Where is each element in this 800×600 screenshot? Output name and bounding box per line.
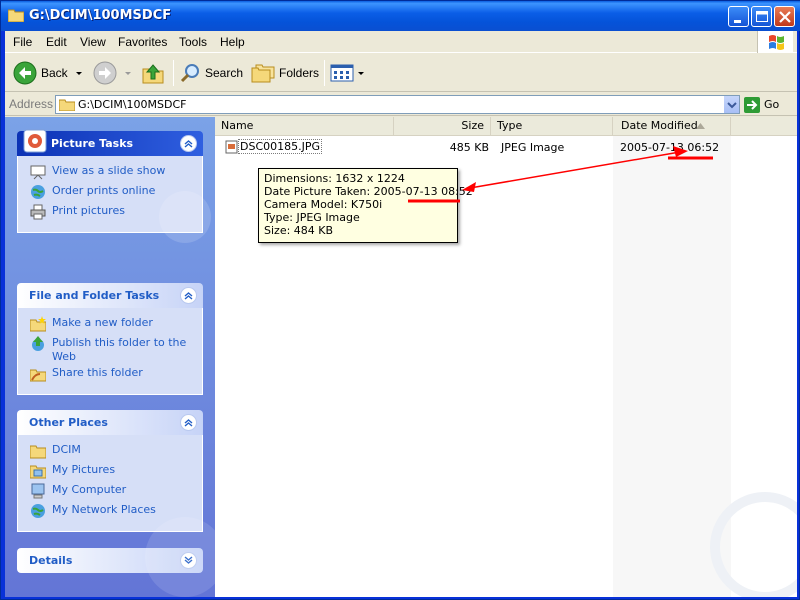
- tooltip-date-taken: Date Picture Taken: 2005-07-13 08:52: [264, 185, 473, 198]
- list-watermark: [710, 492, 797, 597]
- details-title: Details: [29, 554, 73, 567]
- search-icon: [180, 64, 199, 83]
- window-client: File Edit View Favorites Tools Help Back…: [5, 31, 797, 597]
- place-label: My Pictures: [52, 463, 116, 476]
- menu-favorites[interactable]: Favorites: [118, 35, 167, 49]
- views-button[interactable]: [330, 59, 364, 87]
- maximize-icon: [756, 11, 768, 22]
- menu-tools[interactable]: Tools: [179, 35, 207, 49]
- folders-icon: [251, 64, 275, 83]
- column-date-modified-label: Date Modified: [621, 119, 698, 132]
- column-filler: [731, 117, 797, 136]
- picture-tasks-icon: [23, 129, 47, 153]
- column-name[interactable]: Name: [215, 117, 394, 136]
- file-name[interactable]: DSC00185.JPG: [238, 139, 323, 154]
- up-folder-icon: [142, 64, 164, 84]
- up-folder-button[interactable]: [141, 59, 165, 87]
- title-bar[interactable]: G:\DCIM\100MSDCF: [1, 1, 800, 31]
- search-button[interactable]: Search: [179, 59, 243, 87]
- windows-logo-icon: [757, 31, 793, 53]
- tooltip-size: Size: 484 KB: [264, 224, 334, 237]
- forward-dropdown-icon[interactable]: [125, 71, 131, 75]
- chevron-up-icon: [184, 140, 193, 148]
- address-input[interactable]: G:\DCIM\100MSDCF: [55, 95, 740, 114]
- back-button[interactable]: Back: [13, 59, 82, 87]
- go-arrow-icon: [744, 96, 760, 113]
- toolbar-separator: [173, 60, 174, 86]
- table-row[interactable]: DSC00185.JPG 485 KB JPEG Image 2005-07-1…: [215, 139, 797, 156]
- address-bar: Address G:\DCIM\100MSDCF Go: [5, 93, 797, 116]
- folder-icon: [30, 445, 46, 459]
- go-button[interactable]: Go: [744, 95, 779, 114]
- address-dropdown-button[interactable]: [723, 96, 739, 113]
- minimize-icon: [734, 20, 741, 23]
- column-size[interactable]: Size: [394, 117, 491, 136]
- menu-help[interactable]: Help: [220, 35, 245, 49]
- tooltip-dimensions: Dimensions: 1632 x 1224: [264, 172, 405, 185]
- menu-edit[interactable]: Edit: [46, 35, 67, 49]
- publish-web-icon: [32, 336, 44, 351]
- menu-bar: File Edit View Favorites Tools Help: [5, 31, 797, 53]
- computer-icon: [31, 483, 45, 499]
- file-date-modified: 2005-07-13 06:52: [620, 141, 720, 154]
- my-pictures-icon: [30, 465, 46, 479]
- tooltip-type: Type: JPEG Image: [264, 211, 360, 224]
- new-folder-icon: [30, 316, 46, 332]
- window-title: G:\DCIM\100MSDCF: [29, 8, 172, 23]
- views-icon: [330, 64, 354, 82]
- folders-label: Folders: [279, 66, 320, 80]
- file-info-tooltip: Dimensions: 1632 x 1224 Date Picture Tak…: [258, 168, 473, 243]
- close-icon: [779, 11, 791, 23]
- views-dropdown-icon: [358, 71, 364, 75]
- place-label: DCIM: [52, 443, 81, 456]
- file-size: 485 KB: [449, 141, 489, 154]
- folder-icon: [59, 99, 75, 111]
- menu-file[interactable]: File: [13, 35, 32, 49]
- address-value: G:\DCIM\100MSDCF: [78, 98, 187, 111]
- sort-ascending-icon: [696, 123, 705, 129]
- task-pane: Picture Tasks View as a slide show Order…: [5, 117, 215, 597]
- other-places-title: Other Places: [29, 416, 108, 429]
- pane-watermark: [145, 191, 215, 597]
- maximize-button[interactable]: [751, 6, 772, 27]
- address-label: Address: [9, 97, 54, 111]
- slide-show-icon: [30, 165, 46, 180]
- jpeg-file-icon: [225, 140, 238, 154]
- tooltip-camera-model: Camera Model: K750i: [264, 198, 383, 211]
- folders-button[interactable]: Folders: [251, 59, 319, 87]
- minimize-button[interactable]: [728, 6, 749, 27]
- folder-icon: [8, 9, 24, 22]
- task-label: View as a slide show: [52, 164, 166, 177]
- printer-icon: [30, 204, 46, 220]
- chevron-down-icon: [727, 102, 737, 109]
- column-date-modified[interactable]: Date Modified: [613, 117, 731, 136]
- go-label: Go: [764, 98, 780, 111]
- picture-tasks-title: Picture Tasks: [51, 137, 134, 150]
- standard-toolbar: Back Search Folders: [5, 54, 797, 92]
- collapse-button[interactable]: [180, 135, 197, 152]
- toolbar-separator: [324, 60, 325, 86]
- network-places-icon: [31, 504, 45, 518]
- column-type[interactable]: Type: [491, 117, 613, 136]
- task-label: Print pictures: [52, 204, 125, 217]
- forward-button[interactable]: [93, 59, 131, 87]
- search-label: Search: [205, 66, 244, 80]
- back-dropdown-icon[interactable]: [75, 71, 82, 75]
- file-type: JPEG Image: [501, 141, 565, 154]
- share-folder-icon: [30, 369, 46, 382]
- picture-tasks-header[interactable]: Picture Tasks: [17, 129, 203, 156]
- back-arrow-icon: [13, 61, 37, 85]
- explorer-window: G:\DCIM\100MSDCF File Edit View Favorite…: [0, 0, 800, 600]
- menu-view[interactable]: View: [80, 35, 106, 49]
- place-label: My Computer: [52, 483, 127, 496]
- back-label: Back: [41, 66, 68, 80]
- globe-icon: [31, 185, 45, 199]
- forward-arrow-icon: [93, 61, 117, 85]
- close-button[interactable]: [774, 6, 795, 27]
